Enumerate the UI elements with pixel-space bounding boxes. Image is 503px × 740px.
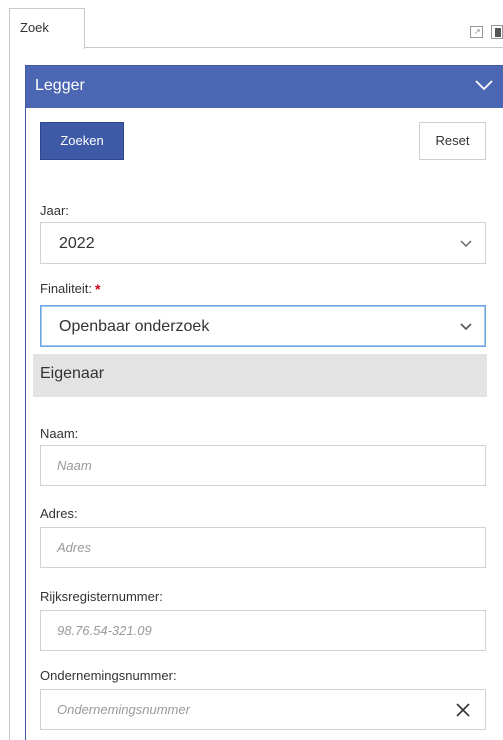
finaliteit-value: Openbaar onderzoek [59,318,210,335]
ondernemingsnummer-input[interactable]: Ondernemingsnummer [40,689,486,730]
search-button[interactable]: Zoeken [40,122,124,160]
tab-bar: Zoek ↗ [0,0,503,49]
reset-button[interactable]: Reset [419,122,486,160]
required-marker: * [95,281,101,297]
eigenaar-section-header: Eigenaar [33,354,487,397]
tab-zoek[interactable]: Zoek [9,8,85,49]
panel-header[interactable]: Legger [26,66,503,108]
ondernemingsnummer-label: Ondernemingsnummer: [40,668,177,683]
chevron-down-icon [460,240,472,248]
content-border [9,48,10,740]
adres-input[interactable]: Adres [40,527,486,568]
close-icon[interactable] [455,702,471,718]
jaar-select[interactable]: 2022 [40,222,486,264]
naam-input[interactable]: Naam [40,445,486,486]
chevron-down-icon[interactable] [473,74,495,96]
legger-panel: Legger Zoeken Reset Jaar: 2022 Finalitei… [25,65,503,740]
jaar-label: Jaar: [40,203,69,218]
finaliteit-select[interactable]: Openbaar onderzoek [40,305,486,347]
restore-window-icon[interactable]: ↗ [470,26,483,38]
rijksregisternummer-input[interactable]: 98.76.54-321.09 [40,610,486,651]
adres-label: Adres: [40,506,78,521]
panel-title: Legger [35,77,85,94]
finaliteit-label: Finaliteit: * [40,281,101,297]
jaar-value: 2022 [59,235,95,252]
naam-label: Naam: [40,426,79,441]
tab-bar-divider [84,47,503,48]
chevron-down-icon [460,323,472,331]
rijksregisternummer-label: Rijksregisternummer: [40,589,163,604]
ondernemingsnummer-placeholder: Ondernemingsnummer [57,702,190,717]
dock-icon[interactable] [491,25,503,39]
